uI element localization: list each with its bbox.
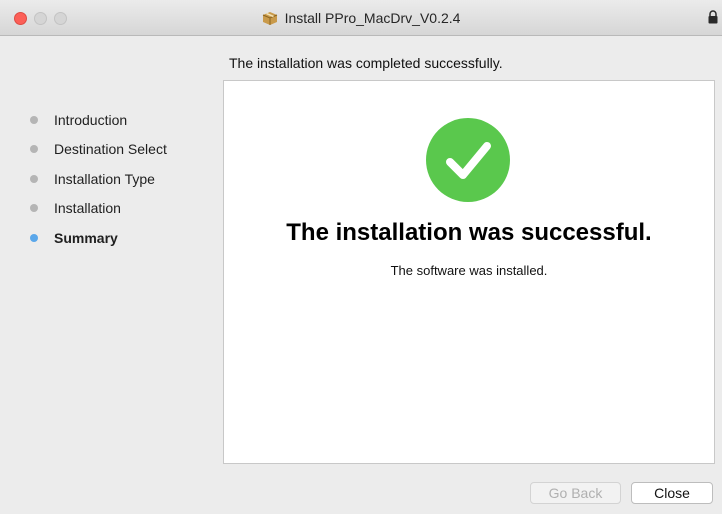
close-button[interactable]: Close	[631, 482, 713, 504]
step-dot-active	[30, 233, 38, 242]
step-destination-select: Destination Select	[30, 135, 210, 165]
window-title-group: Install PPro_MacDrv_V0.2.4	[0, 0, 722, 36]
title-bar: Install PPro_MacDrv_V0.2.4	[0, 0, 722, 36]
status-subtitle: The installation was completed successfu…	[229, 55, 503, 71]
step-installation-type: Installation Type	[30, 164, 210, 194]
summary-panel: The installation was successful. The sof…	[223, 80, 715, 464]
step-installation: Installation	[30, 194, 210, 224]
step-dot	[30, 174, 38, 183]
step-dot	[30, 115, 38, 124]
success-headline: The installation was successful.	[286, 219, 652, 246]
window-title: Install PPro_MacDrv_V0.2.4	[284, 10, 461, 26]
step-summary: Summary	[30, 223, 210, 253]
step-dot	[30, 145, 38, 154]
step-dot	[30, 204, 38, 213]
step-label: Installation	[54, 200, 121, 217]
step-introduction: Introduction	[30, 105, 210, 135]
step-label: Installation Type	[54, 170, 155, 187]
installer-steps-sidebar: Introduction Destination Select Installa…	[30, 105, 210, 253]
step-label: Destination Select	[54, 141, 167, 158]
step-label: Summary	[54, 229, 118, 246]
lock-icon	[708, 10, 718, 24]
step-label: Introduction	[54, 111, 128, 128]
success-detail: The software was installed.	[390, 263, 548, 278]
checkmark-icon	[426, 118, 510, 202]
go-back-button[interactable]: Go Back	[530, 482, 621, 504]
package-icon	[262, 12, 277, 25]
